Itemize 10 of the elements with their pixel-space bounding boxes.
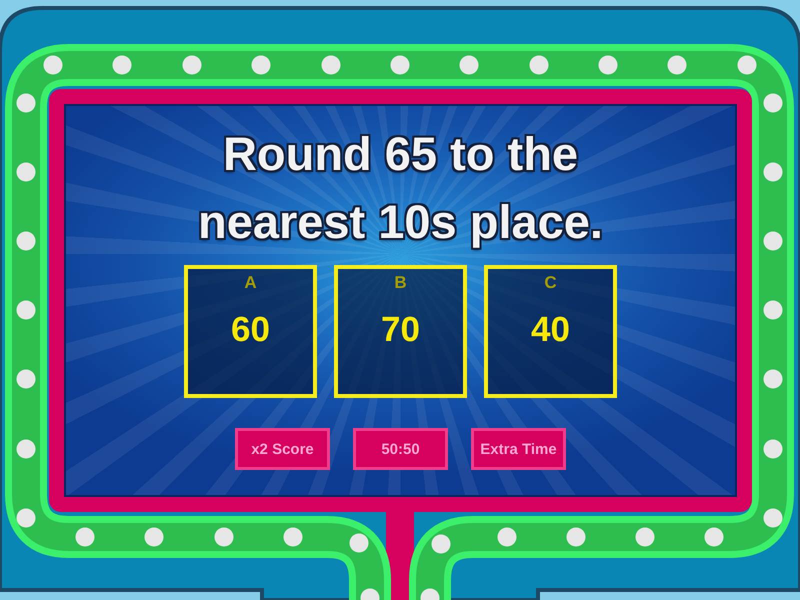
- answer-card[interactable]: B 70: [334, 265, 467, 398]
- answer-letter: B: [394, 273, 407, 293]
- answer-value: 70: [381, 310, 420, 350]
- answer-value: 60: [231, 310, 270, 350]
- answer-letter: C: [544, 273, 557, 293]
- answer-card[interactable]: C 40: [484, 265, 617, 398]
- answer-letter: A: [244, 273, 257, 293]
- answer-value: 40: [531, 310, 570, 350]
- question-text: Round 65 to the nearest 10s place.: [197, 126, 604, 250]
- answer-card[interactable]: A 60: [184, 265, 317, 398]
